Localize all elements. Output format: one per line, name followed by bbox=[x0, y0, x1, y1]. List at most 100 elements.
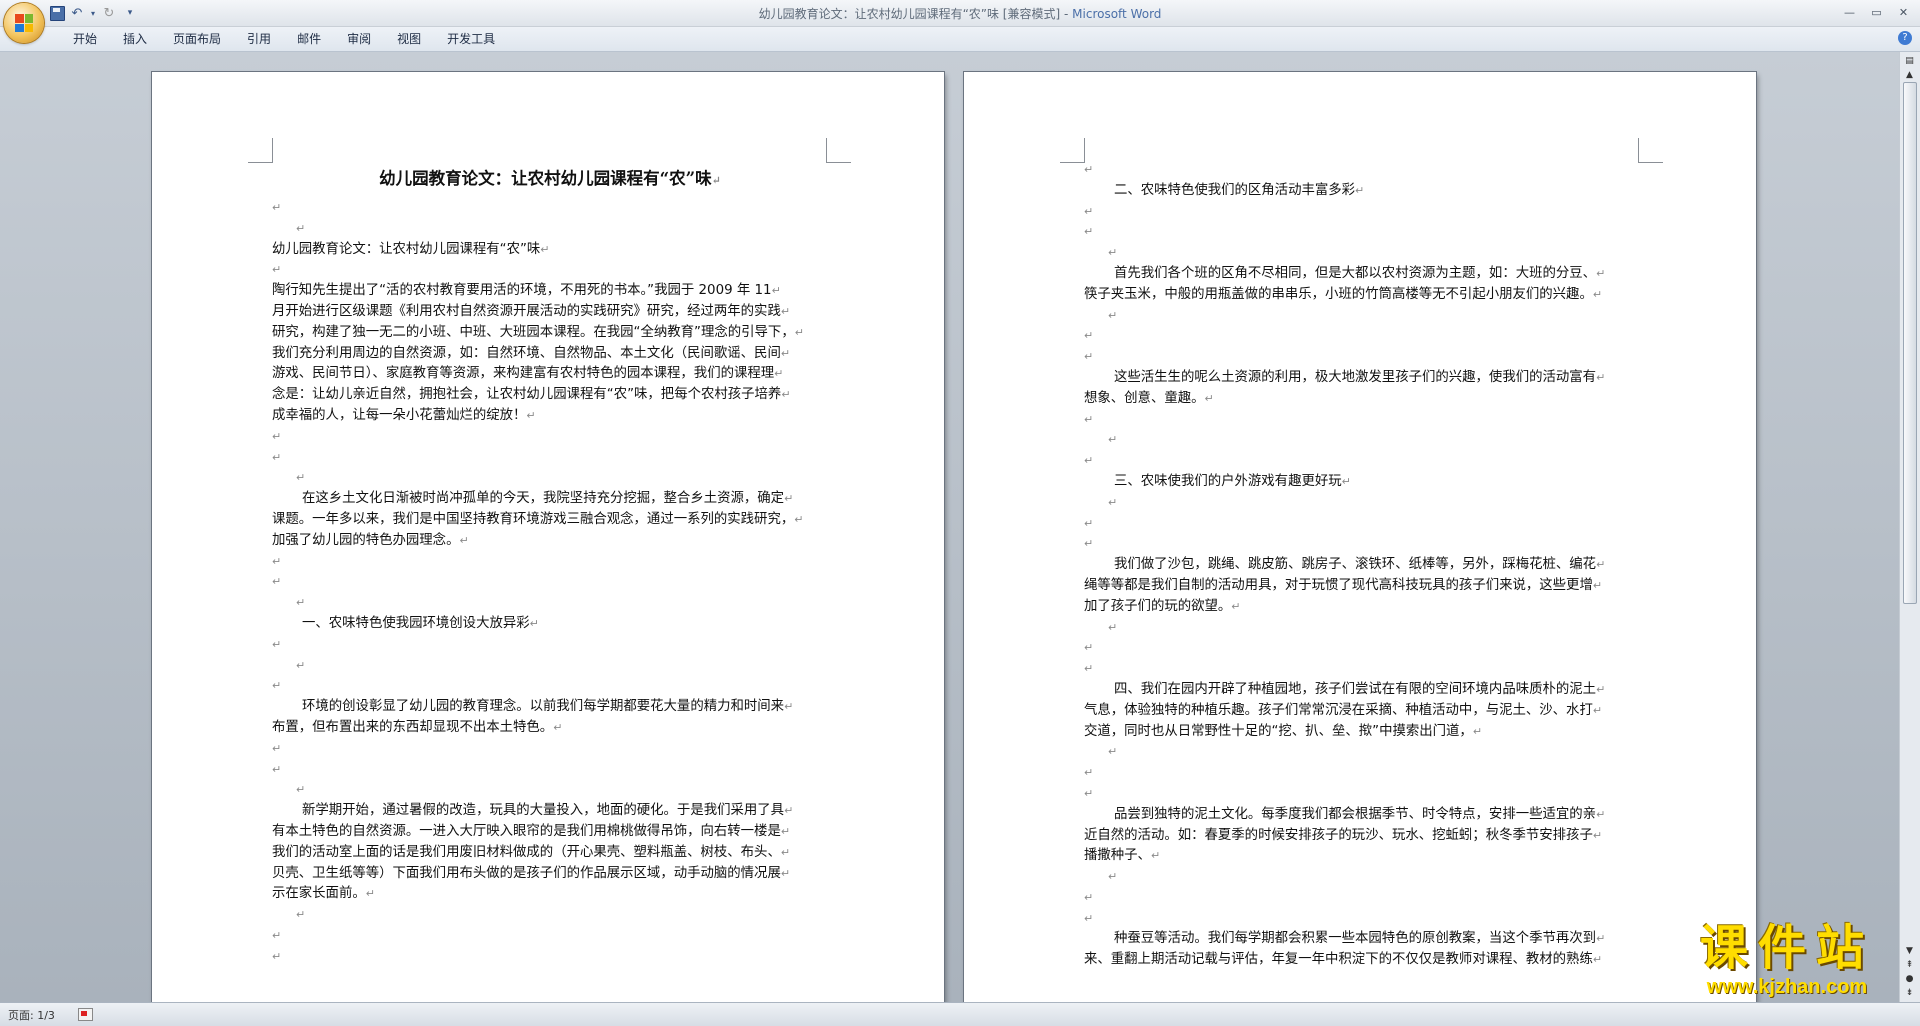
document-line: ↵ bbox=[272, 739, 828, 760]
line-text: 四、我们在园内开辟了种植园地，孩子们尝试在有限的空间环境内品味质朴的泥土 bbox=[1114, 681, 1597, 697]
line-text: 二、农味特色使我们的区角活动丰富多彩 bbox=[1114, 182, 1356, 198]
line-text: 来、重翻上期活动记载与评估，年复一年中积淀下的不仅仅是教师对课程、教材的熟练 bbox=[1084, 952, 1593, 968]
paragraph-mark-icon: ↵ bbox=[272, 679, 282, 693]
proofing-status-icon[interactable] bbox=[78, 1008, 93, 1021]
document-line: ↵ bbox=[1084, 742, 1644, 763]
scroll-up-icon[interactable]: ▲ bbox=[1902, 68, 1917, 82]
document-line: ↵ bbox=[272, 635, 828, 656]
tab-insert[interactable]: 插入 bbox=[110, 30, 160, 48]
document-line: 加强了幼儿园的特色办园理念。↵ bbox=[272, 531, 828, 552]
tab-review[interactable]: 审阅 bbox=[334, 30, 384, 48]
paragraph-mark-icon: ↵ bbox=[296, 471, 306, 485]
line-text: 月开始进行区级课题《利用农村自然资源开展活动的实践研究》研究，经过两年的实践 bbox=[272, 303, 781, 319]
paragraph-mark-icon: ↵ bbox=[1084, 163, 1094, 176]
page-count[interactable]: 页面: 1/3 bbox=[8, 1007, 55, 1023]
line-text: 新学期开始，通过暑假的改造，玩具的大量投入，地面的硬化。于是我们采用了具 bbox=[302, 803, 785, 819]
tab-mailings[interactable]: 邮件 bbox=[284, 30, 334, 48]
paragraph-mark-icon: ↵ bbox=[1592, 287, 1603, 301]
scrollbar-thumb[interactable] bbox=[1903, 82, 1917, 604]
document-line: ↵ bbox=[272, 260, 828, 281]
paragraph-mark-icon: ↵ bbox=[780, 346, 791, 360]
document-line: ↵ bbox=[1084, 909, 1644, 930]
document-line: 三、农味使我们的户外游戏有趣更好玩↵ bbox=[1084, 472, 1644, 493]
paragraph-mark-icon: ↵ bbox=[1596, 558, 1606, 572]
page-2-body[interactable]: ↵ 二、农味特色使我们的区角活动丰富多彩↵ ↵ ↵ ↵ 首先我们各个班的区角不尽相同，但是… bbox=[1084, 160, 1644, 971]
app-name: Microsoft Word bbox=[1072, 7, 1162, 21]
paragraph-mark-icon: ↵ bbox=[784, 804, 794, 818]
office-button[interactable] bbox=[4, 3, 44, 43]
document-line: ↵ bbox=[1084, 784, 1644, 805]
paragraph-mark-icon: ↵ bbox=[272, 949, 282, 963]
ribbon: 开始 插入 页面布局 引用 邮件 审阅 视图 开发工具 ? bbox=[0, 27, 1920, 52]
paragraph-mark-icon: ↵ bbox=[780, 866, 791, 880]
close-icon[interactable]: ✕ bbox=[1891, 3, 1916, 21]
paragraph-mark-icon: ↵ bbox=[526, 408, 536, 422]
document-line: 种蚕豆等活动。我们每学期都会积累一些本园特色的原创教案，当这个季节再次到↵ bbox=[1084, 929, 1644, 950]
line-text: 一、农味特色使我园环境创设大放异彩 bbox=[302, 615, 530, 631]
paragraph-mark-icon: ↵ bbox=[1084, 225, 1094, 239]
tab-home[interactable]: 开始 bbox=[60, 30, 110, 48]
paragraph-mark-icon: ↵ bbox=[780, 304, 791, 318]
paragraph-mark-icon: ↵ bbox=[272, 762, 282, 776]
paragraph-mark-icon: ↵ bbox=[272, 429, 282, 443]
document-line: ↵ bbox=[1084, 867, 1644, 888]
help-icon[interactable]: ? bbox=[1898, 31, 1912, 45]
document-line: 幼儿园教育论文：让农村幼儿园课程有“农”味↵ bbox=[272, 240, 828, 261]
vertical-scrollbar[interactable]: ▤ ▲ ▼ ⇞ ● ⇟ bbox=[1899, 52, 1920, 1002]
paragraph-mark-icon: ↵ bbox=[296, 221, 306, 235]
paragraph-mark-icon: ↵ bbox=[1084, 641, 1094, 655]
document-line: ↵ bbox=[1084, 160, 1644, 181]
paragraph-mark-icon: ↵ bbox=[296, 658, 306, 672]
line-text: 贝壳、卫生纸等等）下面我们用布头做的是孩子们的作品展示区域，动手动脑的情况展 bbox=[272, 865, 781, 881]
tab-view[interactable]: 视图 bbox=[384, 30, 434, 48]
document-title: 幼儿园教育论文：让农村幼儿园课程有“农”味↵ bbox=[379, 169, 721, 188]
ruler-toggle-icon[interactable]: ▤ bbox=[1902, 54, 1917, 68]
document-line: 二、农味特色使我们的区角活动丰富多彩↵ bbox=[1084, 181, 1644, 202]
document-line: ↵ bbox=[272, 926, 828, 947]
document-line: 品尝到独特的泥土文化。每季度我们都会根据季节、时令特点，安排一些适宜的亲↵ bbox=[1084, 805, 1644, 826]
paragraph-mark-icon: ↵ bbox=[1150, 849, 1161, 863]
watermark-logo: 课件站 www.kjzhan.com bbox=[1662, 920, 1912, 999]
paragraph-mark-icon: ↵ bbox=[296, 908, 306, 922]
page-2-paragraphs: ↵ 二、农味特色使我们的区角活动丰富多彩↵ ↵ ↵ ↵ 首先我们各个班的区角不尽相同，但是… bbox=[1084, 160, 1644, 971]
maximize-icon[interactable]: ▭ bbox=[1864, 3, 1889, 21]
paragraph-mark-icon: ↵ bbox=[553, 720, 563, 734]
tab-developer[interactable]: 开发工具 bbox=[434, 30, 508, 48]
line-text: 布置，但布置出来的东西却显现不出本土特色。 bbox=[272, 719, 554, 735]
document-line: ↵ bbox=[272, 468, 828, 489]
paragraph-mark-icon: ↵ bbox=[1341, 474, 1351, 488]
document-line: 加了孩子们的玩的欲望。↵ bbox=[1084, 597, 1644, 618]
document-workspace: 幼儿园教育论文：让农村幼儿园课程有“农”味↵ ↵ ↵ 幼儿园教育论文：让农村幼儿园课… bbox=[0, 52, 1900, 1002]
tab-page-layout[interactable]: 页面布局 bbox=[160, 30, 234, 48]
document-line: ↵ bbox=[1084, 659, 1644, 680]
document-line: 研究，构建了独一无二的小班、中班、大班园本课程。在我园“全纳教育”理念的引导下，… bbox=[272, 323, 828, 344]
document-line: ↵ bbox=[272, 198, 828, 219]
line-text: 游戏、民间节日）、家庭教育等资源，来构建富有农村特色的园本课程，我们的课程理 bbox=[272, 366, 775, 382]
minimize-icon[interactable]: — bbox=[1837, 3, 1862, 21]
paragraph-mark-icon: ↵ bbox=[1596, 370, 1606, 384]
paragraph-mark-icon: ↵ bbox=[1596, 682, 1606, 696]
document-line: 有本土特色的自然资源。一进入大厅映入眼帘的是我们用棉桃做得吊饰，向右转一楼是↵ bbox=[272, 822, 828, 843]
paragraph-mark-icon: ↵ bbox=[771, 284, 781, 298]
document-line: ↵ bbox=[1084, 306, 1644, 327]
document-line: ↵ bbox=[272, 905, 828, 926]
document-line: 游戏、民间节日）、家庭教育等资源，来构建富有农村特色的园本课程，我们的课程理↵ bbox=[272, 364, 828, 385]
paragraph-mark-icon: ↵ bbox=[1084, 454, 1094, 468]
paragraph-mark-icon: ↵ bbox=[272, 263, 282, 277]
paragraph-mark-icon: ↵ bbox=[1084, 786, 1094, 800]
paragraph-mark-icon: ↵ bbox=[459, 533, 469, 547]
document-line: 月开始进行区级课题《利用农村自然资源开展活动的实践研究》研究，经过两年的实践↵ bbox=[272, 302, 828, 323]
document-line: ↵ bbox=[1084, 618, 1644, 639]
tab-references[interactable]: 引用 bbox=[234, 30, 284, 48]
paragraph-mark-icon: ↵ bbox=[1108, 870, 1118, 884]
paragraph-mark-icon: ↵ bbox=[1108, 246, 1118, 260]
page-1-paragraphs: ↵ ↵ 幼儿园教育论文：让农村幼儿园课程有“农”味↵ ↵ 陶行知先生提出了“活的农村教育… bbox=[272, 198, 828, 967]
document-line: 课题。一年多以来，我们是中国坚持教育环境游戏三融合观念，通过一系列的实践研究，↵ bbox=[272, 510, 828, 531]
paragraph-mark-icon: ↵ bbox=[1596, 932, 1606, 946]
page-1-body[interactable]: 幼儿园教育论文：让农村幼儿园课程有“农”味↵ ↵ ↵ 幼儿园教育论文：让农村幼儿园课… bbox=[272, 162, 828, 967]
document-line: 我们充分利用周边的自然资源，如：自然环境、自然物品、本土文化（民间歌谣、民间↵ bbox=[272, 344, 828, 365]
document-line: ↵ bbox=[1084, 326, 1644, 347]
document-line: ↵ bbox=[1084, 243, 1644, 264]
document-line: ↵ bbox=[1084, 534, 1644, 555]
document-line: 我们做了沙包，跳绳、跳皮筋、跳房子、滚铁环、纸棒等，另外，踩梅花桩、编花↵ bbox=[1084, 555, 1644, 576]
